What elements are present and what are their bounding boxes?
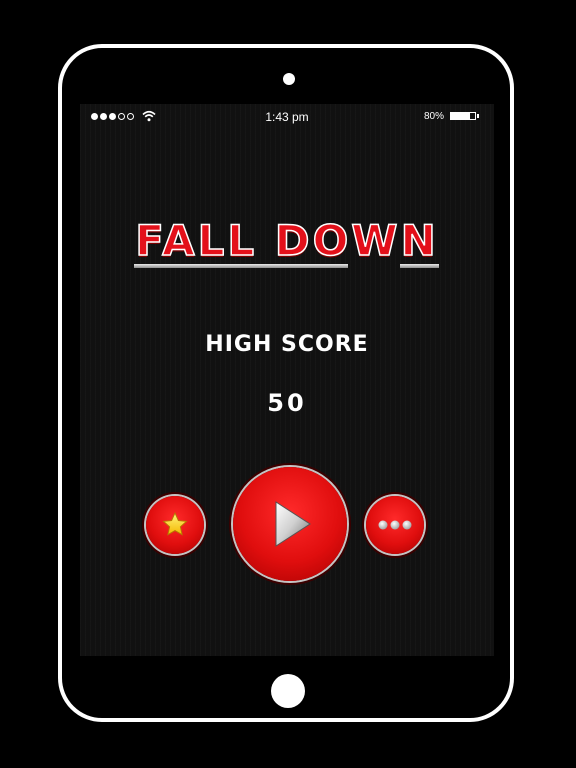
battery-fill bbox=[451, 113, 471, 119]
star-icon bbox=[162, 511, 188, 536]
battery-icon bbox=[450, 112, 476, 120]
high-score-label: HIGH SCORE bbox=[205, 332, 369, 357]
battery-tip bbox=[477, 114, 479, 118]
camera-dot bbox=[283, 73, 295, 85]
play-icon bbox=[275, 501, 311, 547]
rate-button[interactable] bbox=[146, 496, 204, 554]
more-button[interactable] bbox=[366, 496, 424, 554]
status-bar: 1:43 pm 80% bbox=[80, 104, 494, 130]
title-underline bbox=[134, 264, 348, 268]
game-title: FALL DOWN bbox=[134, 216, 439, 266]
more-icon bbox=[378, 520, 412, 530]
high-score-value: 50 bbox=[267, 389, 307, 417]
home-button[interactable] bbox=[271, 674, 305, 708]
battery-percent: 80% bbox=[424, 111, 445, 122]
game-screen: 1:43 pm 80% FALL DOWN HIGH SCORE 50 bbox=[80, 104, 494, 656]
title-underline bbox=[400, 264, 439, 268]
play-button[interactable] bbox=[233, 467, 347, 581]
